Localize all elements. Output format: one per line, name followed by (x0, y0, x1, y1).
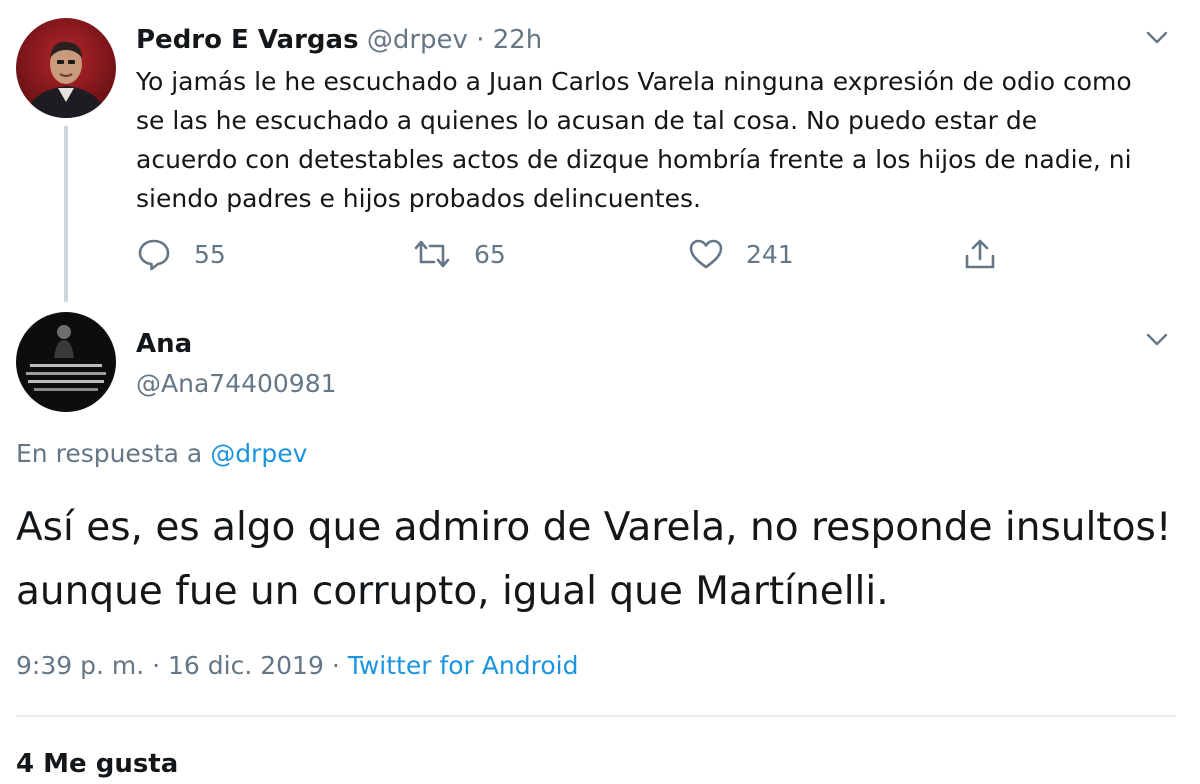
tweet2-handle[interactable]: @Ana74400981 (136, 366, 337, 402)
reply-to-label: En respuesta a (16, 439, 203, 468)
avatar-ana[interactable] (16, 312, 116, 412)
tweet1-handle[interactable]: @drpev (367, 25, 468, 55)
avatar-ana-image (16, 312, 116, 412)
tweet1-menu-chevron-down-icon[interactable] (1142, 22, 1172, 52)
reply-button[interactable]: 55 (136, 232, 226, 276)
avatar-pedro[interactable] (16, 18, 116, 118)
tweet1-actions: 55 65 241 (136, 232, 1016, 276)
reply-count: 55 (194, 239, 226, 269)
share-button[interactable] (962, 232, 998, 276)
tweet2-metadata: 9:39 p. m. · 16 dic. 2019 · Twitter for … (16, 646, 578, 686)
reply-context: En respuesta a @drpev (16, 434, 307, 474)
heart-icon (689, 239, 723, 269)
meta-separator-1: · (152, 651, 161, 680)
tweet2-time[interactable]: 9:39 p. m. (16, 651, 144, 680)
share-icon (965, 239, 995, 269)
retweet-button[interactable]: 65 (412, 232, 506, 276)
stats-divider (16, 715, 1176, 717)
tweet2-author-name[interactable]: Ana (136, 326, 192, 362)
reply-icon (138, 239, 170, 271)
tweet1-text: Yo jamás le he escuchado a Juan Carlos V… (136, 67, 1132, 213)
tweet2-date[interactable]: 16 dic. 2019 (168, 651, 324, 680)
like-button[interactable]: 241 (688, 232, 794, 276)
avatar-pedro-image (16, 18, 116, 118)
tweet2-menu-chevron-down-icon[interactable] (1142, 324, 1172, 354)
tweet2-source-link[interactable]: Twitter for Android (348, 651, 579, 680)
retweet-count: 65 (474, 239, 506, 269)
retweet-icon (414, 240, 450, 268)
tweet1-time[interactable]: 22h (493, 25, 543, 55)
likes-stats-partial[interactable]: 4 Me gusta (16, 744, 178, 784)
tweet1-header: Pedro E Vargas @drpev · 22h (136, 22, 542, 58)
tweet1-author-name[interactable]: Pedro E Vargas (136, 25, 359, 55)
meta-separator-2: · (331, 651, 340, 680)
reply-to-handle-link[interactable]: @drpev (210, 439, 307, 468)
thread-connector-line (64, 126, 68, 302)
tweet2-text: Así es, es algo que admiro de Varela, no… (16, 505, 1172, 614)
like-count: 241 (746, 239, 794, 269)
tweet1-separator: · (476, 25, 485, 55)
